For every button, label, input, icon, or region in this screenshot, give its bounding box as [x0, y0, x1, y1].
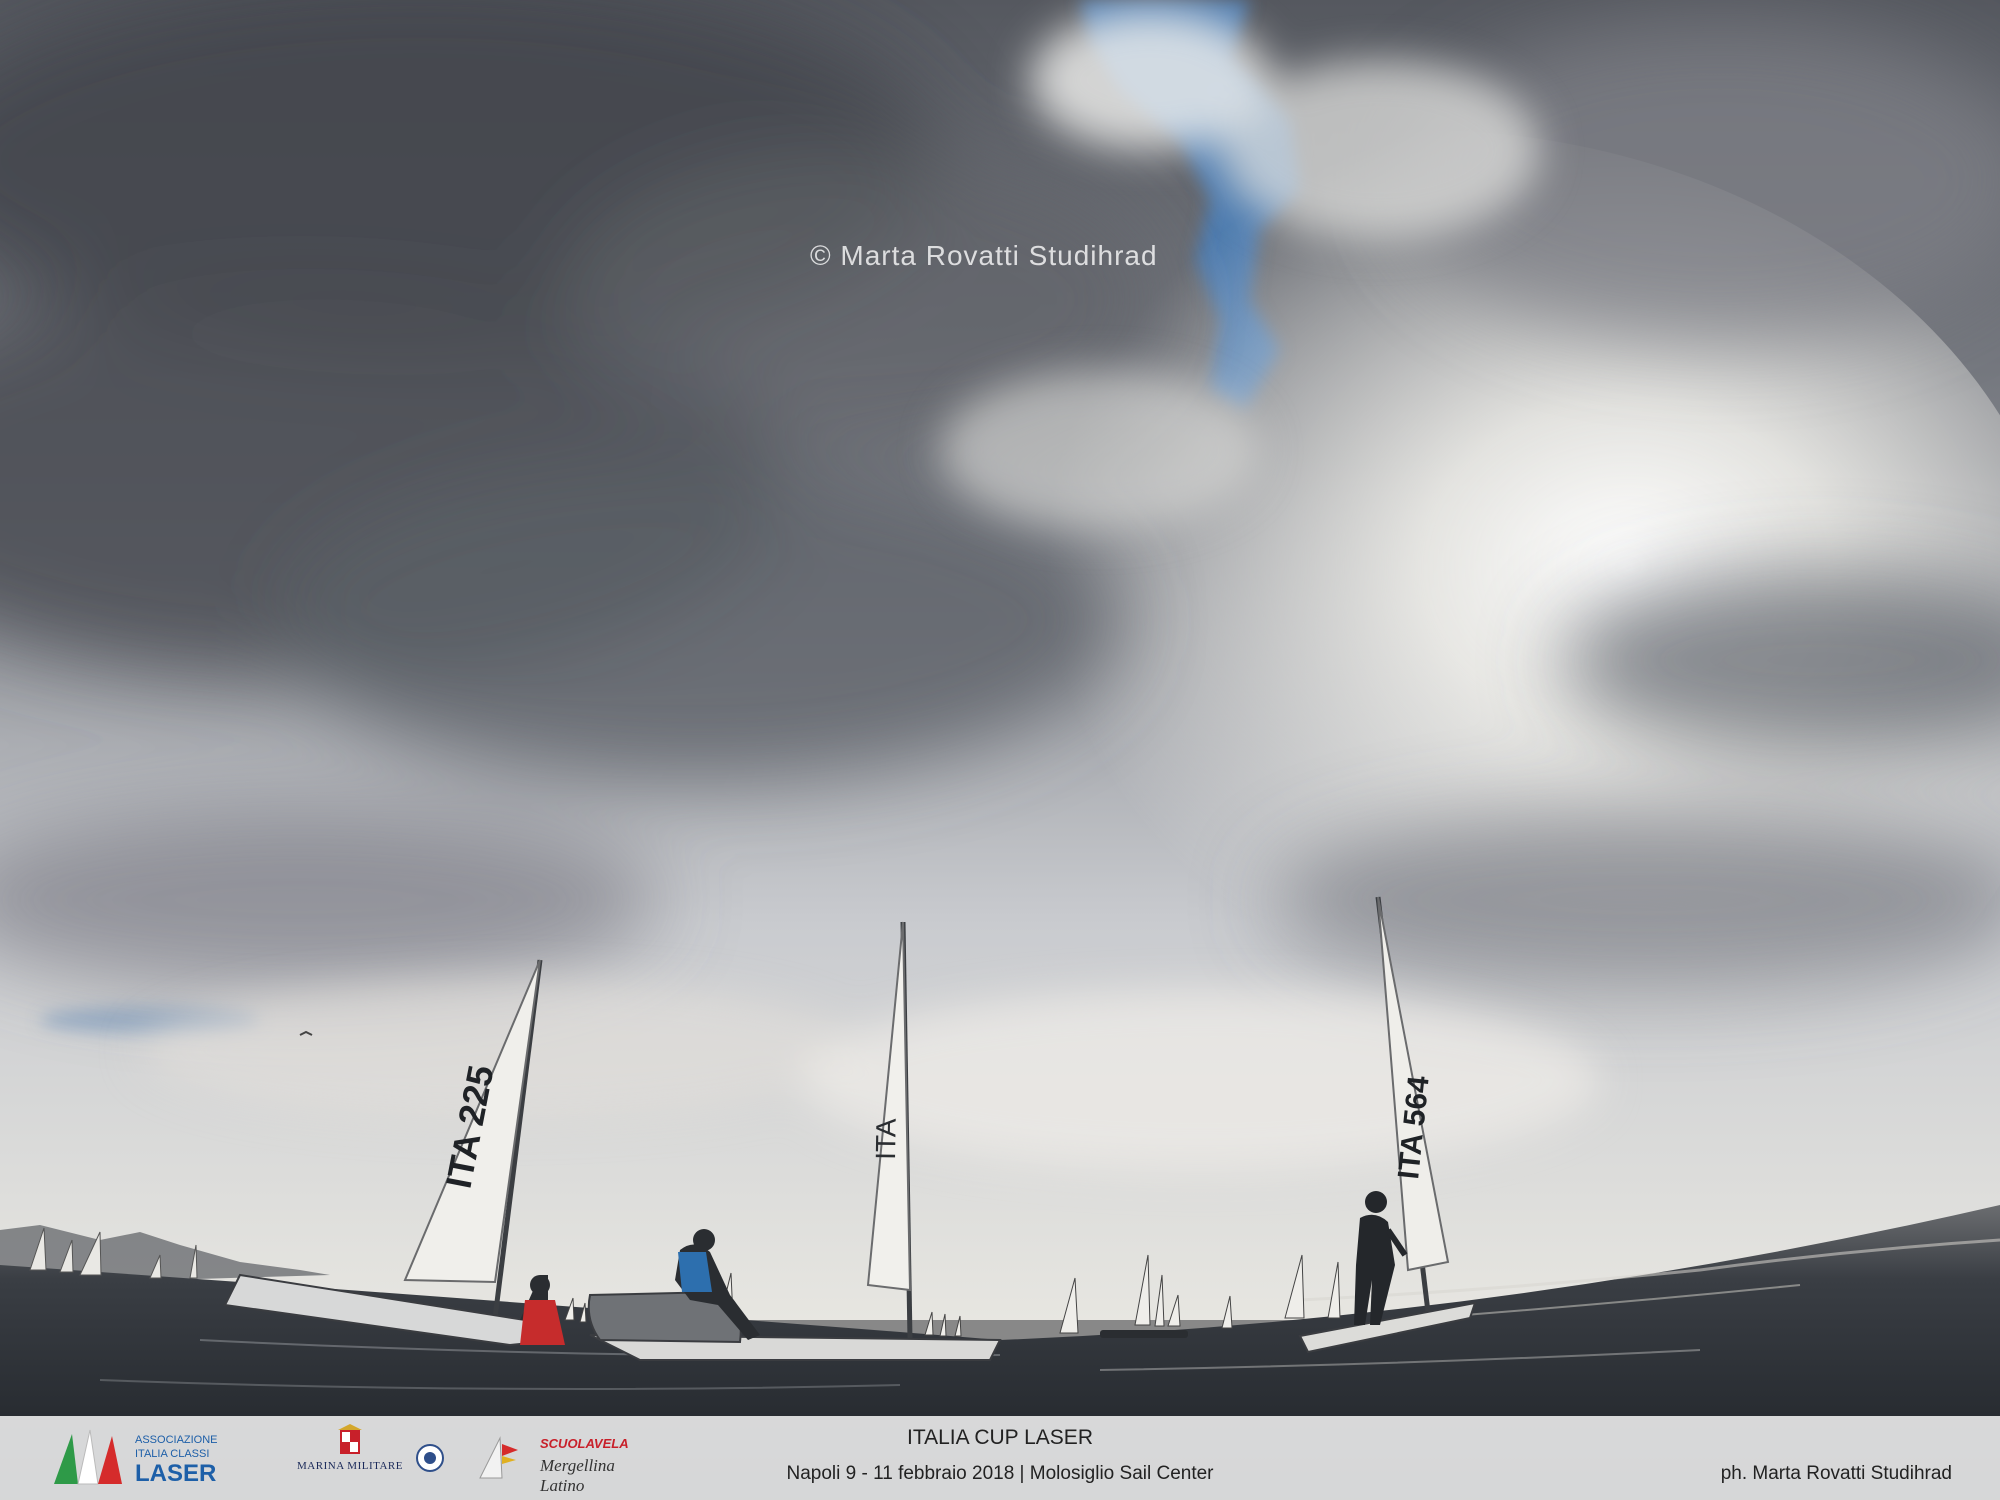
- event-title: ITALIA CUP LASER: [907, 1426, 1093, 1449]
- event-details: Napoli 9 - 11 febbraio 2018 | Molosiglio…: [786, 1463, 1214, 1484]
- center-sail-mark: ITA: [870, 1118, 902, 1160]
- photo-credit: ph. Marta Rovatti Studihrad: [1720, 1463, 1952, 1484]
- photo-watermark: © Marta Rovatti Studihrad: [810, 240, 1158, 271]
- footer-banner: ASSOCIAZIONE ITALIA CLASSI LASER MARINA …: [0, 1416, 2000, 1500]
- center-hull: [1100, 1330, 1188, 1338]
- regatta-photo: ITA 225 ITA ITA 564: [0, 0, 2000, 1500]
